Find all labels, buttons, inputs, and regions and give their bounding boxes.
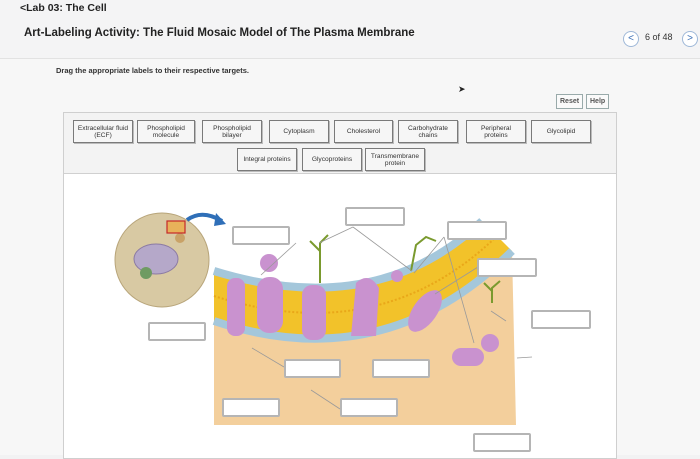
instructions: Drag the appropriate labels to their res… xyxy=(56,66,249,75)
prev-page-button[interactable]: < xyxy=(623,31,639,47)
reset-button[interactable]: Reset xyxy=(556,94,584,109)
page-indicator: 6 of 48 xyxy=(645,32,673,42)
labeling-workspace: Extracellular fluid (ECF) Phospholipid m… xyxy=(63,112,617,459)
top-bar: <Lab 03: The Cell Art-Labeling Activity:… xyxy=(0,0,700,58)
page-title: Art-Labeling Activity: The Fluid Mosaic … xyxy=(24,27,415,39)
next-page-button[interactable]: > xyxy=(682,31,698,47)
drop-target[interactable] xyxy=(477,258,537,277)
chevron-right-icon: > xyxy=(687,33,693,44)
drop-target[interactable] xyxy=(148,322,206,341)
drop-target[interactable] xyxy=(372,359,430,378)
drop-target[interactable] xyxy=(284,359,341,378)
mouse-cursor-icon: ➤ xyxy=(458,84,466,94)
back-to-lab-link[interactable]: <Lab 03: The Cell xyxy=(20,2,107,14)
drop-target[interactable] xyxy=(232,226,290,245)
drop-target[interactable] xyxy=(345,207,405,226)
drop-target[interactable] xyxy=(222,398,280,417)
drop-target[interactable] xyxy=(340,398,398,417)
cell-image xyxy=(114,212,210,308)
drop-target[interactable] xyxy=(473,433,531,452)
drop-target[interactable] xyxy=(531,310,591,329)
drop-target[interactable] xyxy=(447,221,507,240)
help-button[interactable]: Help xyxy=(586,94,610,109)
chevron-left-icon: < xyxy=(628,33,634,44)
